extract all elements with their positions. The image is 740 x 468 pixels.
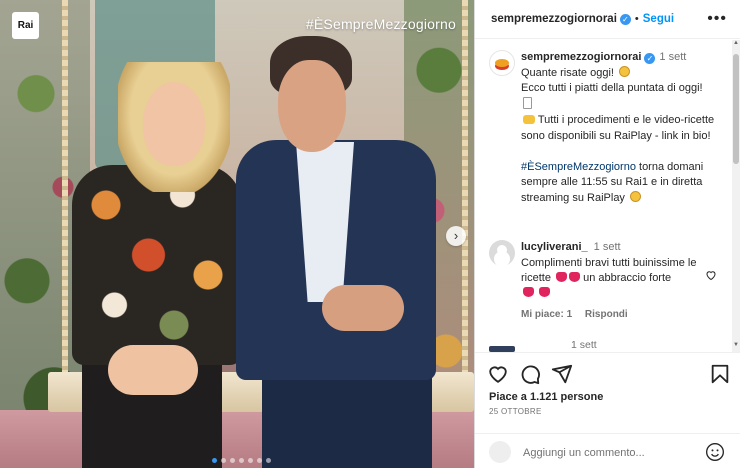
carousel-dot — [266, 458, 271, 463]
post-caption: sempremezzogiornorai ✓ 1 sett Quante risat… — [489, 50, 729, 206]
man-face — [278, 60, 346, 152]
woman-hands — [108, 345, 198, 395]
hashtag-overlay: #ÈSempreMezzogiorno — [305, 16, 456, 32]
emoji-icon[interactable] — [705, 442, 725, 462]
swing-rope-left — [62, 0, 68, 390]
pointing-hand-icon — [523, 115, 535, 124]
caption-line-1: Quante risate oggi! — [521, 66, 614, 79]
post-media-image[interactable]: Rai #ÈSempreMezzogiorno › — [0, 0, 474, 468]
post-side-panel: sempremezzogiornorai ✓ • Segui ••• sempr… — [474, 0, 740, 468]
woman-face — [143, 82, 205, 166]
verified-icon: ✓ — [619, 13, 631, 25]
post-header: sempremezzogiornorai ✓ • Segui ••• — [475, 0, 740, 39]
rai-logo: Rai — [12, 12, 39, 39]
page-icon — [523, 96, 532, 109]
save-bookmark-icon[interactable] — [709, 363, 731, 385]
comment-item: lucyliverani_ 1 sett Complimenti bravi tu… — [489, 240, 729, 320]
header-username[interactable]: sempremezzogiornorai — [491, 13, 617, 25]
carousel-dot — [239, 458, 244, 463]
carousel-dot — [212, 458, 217, 463]
next-comment-time[interactable]: 1 sett — [571, 339, 597, 351]
comment-username[interactable]: lucyliverani_ — [521, 241, 588, 252]
scrollbar[interactable]: ▲ ▼ — [732, 40, 740, 352]
laughing-face-icon — [619, 65, 631, 77]
comment-time[interactable]: 1 sett — [594, 241, 621, 252]
smiling-face-icon — [630, 190, 641, 202]
user-avatar — [489, 441, 511, 463]
comment-reply-button[interactable]: Rispondi — [585, 309, 628, 320]
carousel-dot — [257, 458, 262, 463]
man-hands — [322, 285, 404, 331]
carousel-next-button[interactable]: › — [446, 226, 466, 246]
comment-likes[interactable]: Mi piace: 1 — [521, 309, 572, 320]
scroll-up-icon[interactable]: ▲ — [732, 40, 740, 50]
comments-scroll-area[interactable]: sempremezzogiornorai ✓ 1 sett Quante risat… — [475, 40, 733, 352]
heart-icon — [539, 287, 551, 297]
more-horizontal-icon[interactable]: ••• — [707, 10, 727, 28]
caption-hashtag-link[interactable]: #ÈSempreMezzogiorno — [521, 161, 636, 173]
likes-count[interactable]: Piace a 1.121 persone — [489, 391, 603, 403]
woman-floral-blouse — [72, 165, 242, 365]
swing-rope-right — [462, 0, 468, 390]
carousel-dot — [221, 458, 226, 463]
carousel-dots — [212, 458, 271, 463]
caption-line-2: Ecco tutti i piatti della puntata di ogg… — [521, 82, 703, 94]
caption-username[interactable]: sempremezzogiornorai — [521, 51, 641, 63]
add-comment-bar — [475, 433, 740, 468]
carousel-dot — [230, 458, 235, 463]
comment-input[interactable] — [523, 444, 693, 462]
caption-time[interactable]: 1 sett — [659, 51, 686, 63]
scroll-down-icon[interactable]: ▼ — [732, 342, 740, 352]
heart-icon — [523, 287, 534, 297]
header-separator: • — [634, 13, 639, 25]
caption-line-3: Tutti i procedimenti e le video-ricette … — [521, 114, 715, 142]
verified-icon: ✓ — [644, 53, 656, 64]
like-heart-icon[interactable] — [487, 363, 509, 385]
comment-bubble-icon[interactable] — [519, 363, 541, 385]
comment-text-2: un abbraccio forte — [583, 272, 672, 284]
post-date[interactable]: 25 OTTOBRE — [489, 407, 542, 416]
heart-icon — [556, 272, 568, 282]
share-send-icon[interactable] — [551, 363, 573, 385]
comment-avatar[interactable] — [489, 240, 515, 266]
scrollbar-thumb[interactable] — [733, 54, 739, 164]
post-actions: Piace a 1.121 persone 25 OTTOBRE — [475, 352, 740, 468]
carousel-dot — [248, 458, 253, 463]
follow-button[interactable]: Segui — [643, 13, 674, 25]
heart-icon — [569, 272, 581, 282]
comment-like-icon[interactable] — [705, 269, 717, 284]
caption-avatar[interactable] — [489, 50, 515, 76]
action-bar — [487, 363, 729, 387]
